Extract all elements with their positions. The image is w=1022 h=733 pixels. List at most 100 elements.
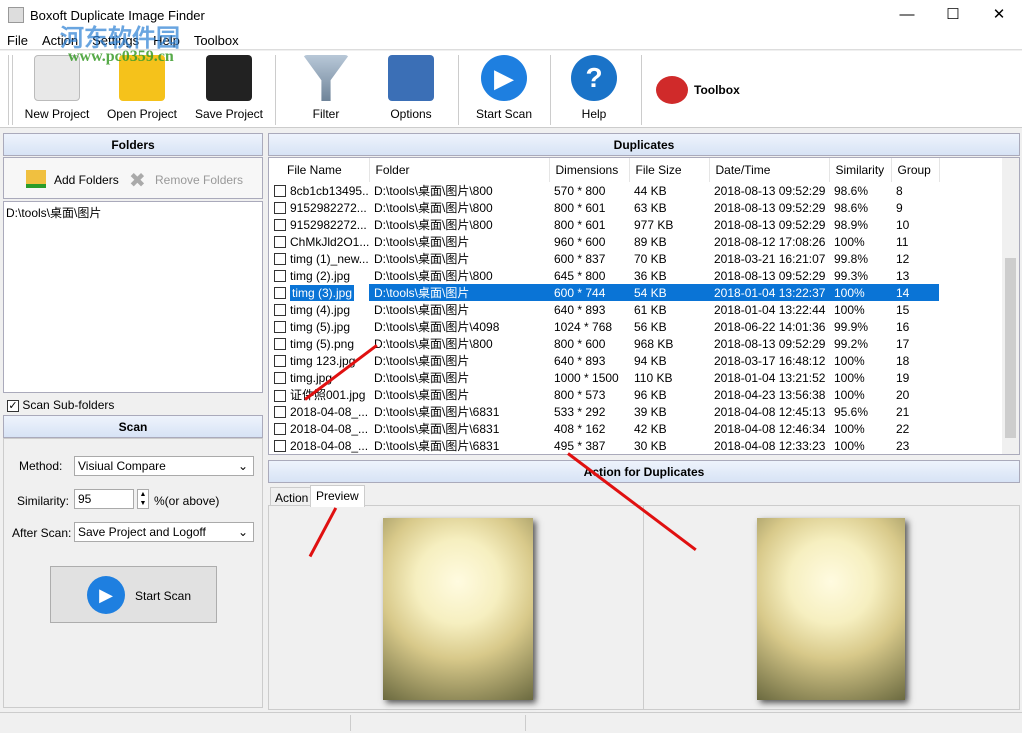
cell: 2018-08-13 09:52:29 — [714, 183, 826, 198]
table-row[interactable]: timg (5).jpg D:\tools\桌面\图片\4098 1024 * 76… — [269, 318, 939, 335]
cell: 15 — [896, 302, 910, 317]
row-checkbox[interactable] — [274, 236, 286, 249]
table-row[interactable]: ChMkJld2O1... D:\tools\桌面\图片 960 * 600 89 K… — [269, 233, 939, 250]
cell: 98.9% — [834, 217, 869, 232]
table-row[interactable]: 2018-04-08_... D:\tools\桌面\图片\6831 533 * 2… — [269, 403, 939, 420]
cell: 2018-04-08_... — [269, 403, 369, 420]
column-header[interactable]: Group — [891, 158, 940, 182]
row-checkbox[interactable] — [274, 355, 286, 368]
column-header[interactable]: Dimensions — [549, 158, 630, 182]
cell: 2018-03-17 16:48:12 — [714, 353, 826, 368]
column-header[interactable]: Similarity — [829, 158, 892, 182]
cell: 22 — [896, 421, 910, 436]
toolbox-button[interactable]: Toolbox — [694, 83, 740, 97]
cell: 56 KB — [634, 319, 667, 334]
table-row[interactable]: 8cb1cb13495... D:\tools\桌面\图片\800 570 * 80… — [269, 182, 939, 199]
table-row[interactable]: timg (1)_new... D:\tools\桌面\图片 600 * 837 70… — [269, 250, 939, 267]
table-row[interactable]: 9152982272... D:\tools\桌面\图片\800 800 * 601… — [269, 199, 939, 216]
column-header[interactable]: Date/Time — [709, 158, 830, 182]
floppy-disk-icon — [206, 55, 252, 101]
spinner-arrows-icon[interactable]: ▲ ▼ — [137, 489, 149, 509]
cell: timg (3).jpg — [269, 284, 369, 301]
cell: 9 — [896, 200, 903, 215]
cell: D:\tools\桌面\图片\6831 — [374, 422, 500, 436]
cell: 2018-04-08_... — [269, 437, 369, 454]
start-scan-toolbar-button[interactable]: ▶ Start Scan — [470, 51, 538, 128]
tab-preview[interactable]: Preview — [310, 485, 365, 507]
duplicates-table: File Name Folder Dimensions File Size Date/T… — [268, 157, 1020, 455]
minimize-button[interactable]: — — [884, 0, 930, 30]
column-header[interactable]: File Size — [629, 158, 710, 182]
row-checkbox[interactable] — [274, 287, 286, 300]
row-checkbox[interactable] — [274, 338, 286, 351]
cell: 2018-08-12 17:08:26 — [714, 234, 826, 249]
row-checkbox[interactable] — [274, 423, 286, 436]
cell: 21 — [896, 404, 910, 419]
row-checkbox[interactable] — [274, 406, 286, 419]
row-checkbox[interactable] — [274, 440, 286, 453]
help-button[interactable]: ? Help — [564, 51, 624, 128]
scan-panel: Method: Visiual Compare ⌄ Similarity: 95 … — [3, 438, 263, 708]
cell: 2018-08-13 09:52:29 — [714, 200, 826, 215]
remove-icon: ✖ — [129, 170, 146, 192]
table-row[interactable]: 9152982272... D:\tools\桌面\图片\800 800 * 601… — [269, 216, 939, 233]
cell: 2018-04-08_... — [269, 420, 369, 437]
action-header: Action for Duplicates — [268, 460, 1020, 483]
cell: D:\tools\桌面\图片\800 — [374, 269, 493, 283]
cell: timg (5).png — [269, 335, 369, 352]
cell: 8cb1cb13495... — [269, 182, 369, 199]
cell: 61 KB — [634, 302, 667, 317]
remove-folders-button[interactable]: Remove Folders — [155, 173, 243, 187]
row-checkbox[interactable] — [274, 202, 286, 215]
cell: 408 * 162 — [554, 421, 606, 436]
method-select[interactable]: Visiual Compare ⌄ — [74, 456, 254, 476]
similarity-spinner[interactable]: 95 — [74, 489, 134, 509]
table-row[interactable]: timg 123.jpg D:\tools\桌面\图片 640 * 893 94 KB… — [269, 352, 939, 369]
cell: D:\tools\桌面\图片\6831 — [374, 439, 500, 453]
cell: 18 — [896, 353, 910, 368]
folder-list: D:\tools\桌面\图片 — [3, 201, 263, 393]
maximize-button[interactable]: ☐ — [930, 0, 976, 30]
row-checkbox[interactable] — [274, 253, 286, 266]
row-checkbox[interactable] — [274, 304, 286, 317]
cell: D:\tools\桌面\图片 — [374, 252, 470, 266]
cell: 640 * 893 — [554, 353, 606, 368]
row-checkbox[interactable] — [274, 389, 286, 402]
cell: 100% — [834, 302, 865, 317]
filter-button[interactable]: Filter — [296, 51, 356, 128]
table-row[interactable]: 2018-04-08_... D:\tools\桌面\图片\6831 408 * 1… — [269, 420, 939, 437]
folder-item[interactable]: D:\tools\桌面\图片 — [4, 202, 262, 223]
add-folders-button[interactable]: Add Folders — [54, 173, 119, 187]
row-checkbox[interactable] — [274, 185, 286, 198]
scan-subfolders-checkbox[interactable]: ✓ Scan Sub-folders — [7, 398, 114, 412]
table-row[interactable]: timg (4).jpg D:\tools\桌面\图片 640 * 893 61 KB… — [269, 301, 939, 318]
row-checkbox[interactable] — [274, 219, 286, 232]
table-row[interactable]: timg (3).jpg D:\tools\桌面\图片 600 * 744 54 KB… — [269, 284, 939, 301]
cell: 9152982272... — [269, 199, 369, 216]
cell: 98.6% — [834, 183, 869, 198]
cell: 94 KB — [634, 353, 667, 368]
after-scan-select[interactable]: Save Project and Logoff ⌄ — [74, 522, 254, 542]
table-row[interactable]: 2018-04-08_... D:\tools\桌面\图片\6831 495 * 3… — [269, 437, 939, 454]
vertical-scrollbar[interactable] — [1002, 158, 1019, 454]
table-row[interactable]: timg (2).jpg D:\tools\桌面\图片\800 645 * 800 3… — [269, 267, 939, 284]
column-header[interactable]: Folder — [369, 158, 550, 182]
row-checkbox[interactable] — [274, 270, 286, 283]
row-checkbox[interactable] — [274, 321, 286, 334]
table-row[interactable]: timg.jpg D:\tools\桌面\图片 1000 * 1500 110 KB 2… — [269, 369, 939, 386]
options-button[interactable]: Options — [381, 51, 441, 128]
menu-file[interactable]: File — [0, 30, 35, 51]
menu-toolbox[interactable]: Toolbox — [187, 30, 246, 51]
cell: 63 KB — [634, 200, 667, 215]
table-row[interactable]: 证件照001.jpg D:\tools\桌面\图片 800 * 573 96 KB 20… — [269, 386, 939, 403]
cell: 2018-03-21 16:21:07 — [714, 251, 826, 266]
save-project-button[interactable]: Save Project — [192, 51, 266, 128]
cell: D:\tools\桌面\图片 — [374, 388, 470, 402]
start-scan-button[interactable]: ▶ Start Scan — [50, 566, 217, 623]
cell: 12 — [896, 251, 910, 266]
column-header[interactable]: File Name — [269, 158, 370, 182]
cell: D:\tools\桌面\图片\800 — [374, 218, 493, 232]
scrollbar-thumb[interactable] — [1005, 258, 1016, 438]
row-checkbox[interactable] — [274, 372, 286, 385]
close-button[interactable]: ✕ — [976, 0, 1022, 30]
